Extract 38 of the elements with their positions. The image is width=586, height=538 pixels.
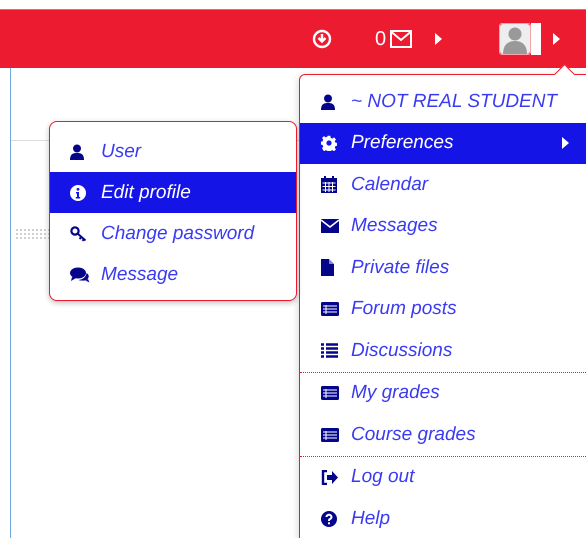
comments-icon xyxy=(70,266,90,282)
caret-icon[interactable] xyxy=(553,33,560,45)
menu-item[interactable]: Edit profile xyxy=(50,172,296,213)
key-icon xyxy=(70,226,87,242)
list-icon xyxy=(321,386,339,400)
user-icon xyxy=(321,94,335,110)
file-icon xyxy=(321,259,334,276)
settings-icon xyxy=(321,135,337,152)
caret-icon[interactable] xyxy=(435,33,442,45)
dotted-pattern xyxy=(15,228,49,240)
menu-item[interactable]: Private files xyxy=(300,247,586,288)
menu-item[interactable]: Message xyxy=(50,254,296,295)
menu-item[interactable]: Discussions xyxy=(300,330,586,372)
menu-item[interactable]: Change password xyxy=(50,213,296,254)
envelope-icon[interactable] xyxy=(390,30,412,48)
menu-item[interactable]: Messages xyxy=(300,206,586,247)
download-icon[interactable] xyxy=(312,29,332,49)
menu-item[interactable]: My grades xyxy=(300,372,586,414)
list-icon xyxy=(321,302,339,316)
menu-item[interactable]: Preferences xyxy=(300,122,586,164)
menu-item[interactable]: Log out xyxy=(300,456,586,498)
list-icon xyxy=(321,428,339,442)
calendar-icon xyxy=(321,176,337,194)
menu-item[interactable]: Help xyxy=(300,498,586,538)
list-icon xyxy=(321,343,338,358)
name-block[interactable] xyxy=(531,23,542,55)
envelope-icon xyxy=(321,219,339,234)
menu-item[interactable]: Calendar xyxy=(300,164,586,206)
menu-item[interactable]: Course grades xyxy=(300,414,586,456)
message-count: 0 xyxy=(375,28,386,50)
menu-item[interactable]: ~ NOT REAL STUDENT xyxy=(300,81,586,122)
info-icon xyxy=(70,184,86,200)
avatar[interactable] xyxy=(499,23,532,55)
help-icon xyxy=(321,510,337,527)
user-icon xyxy=(70,144,84,160)
logout-icon xyxy=(321,470,338,485)
menu-item[interactable]: User xyxy=(50,131,296,172)
menu-item[interactable]: Forum posts xyxy=(300,288,586,330)
